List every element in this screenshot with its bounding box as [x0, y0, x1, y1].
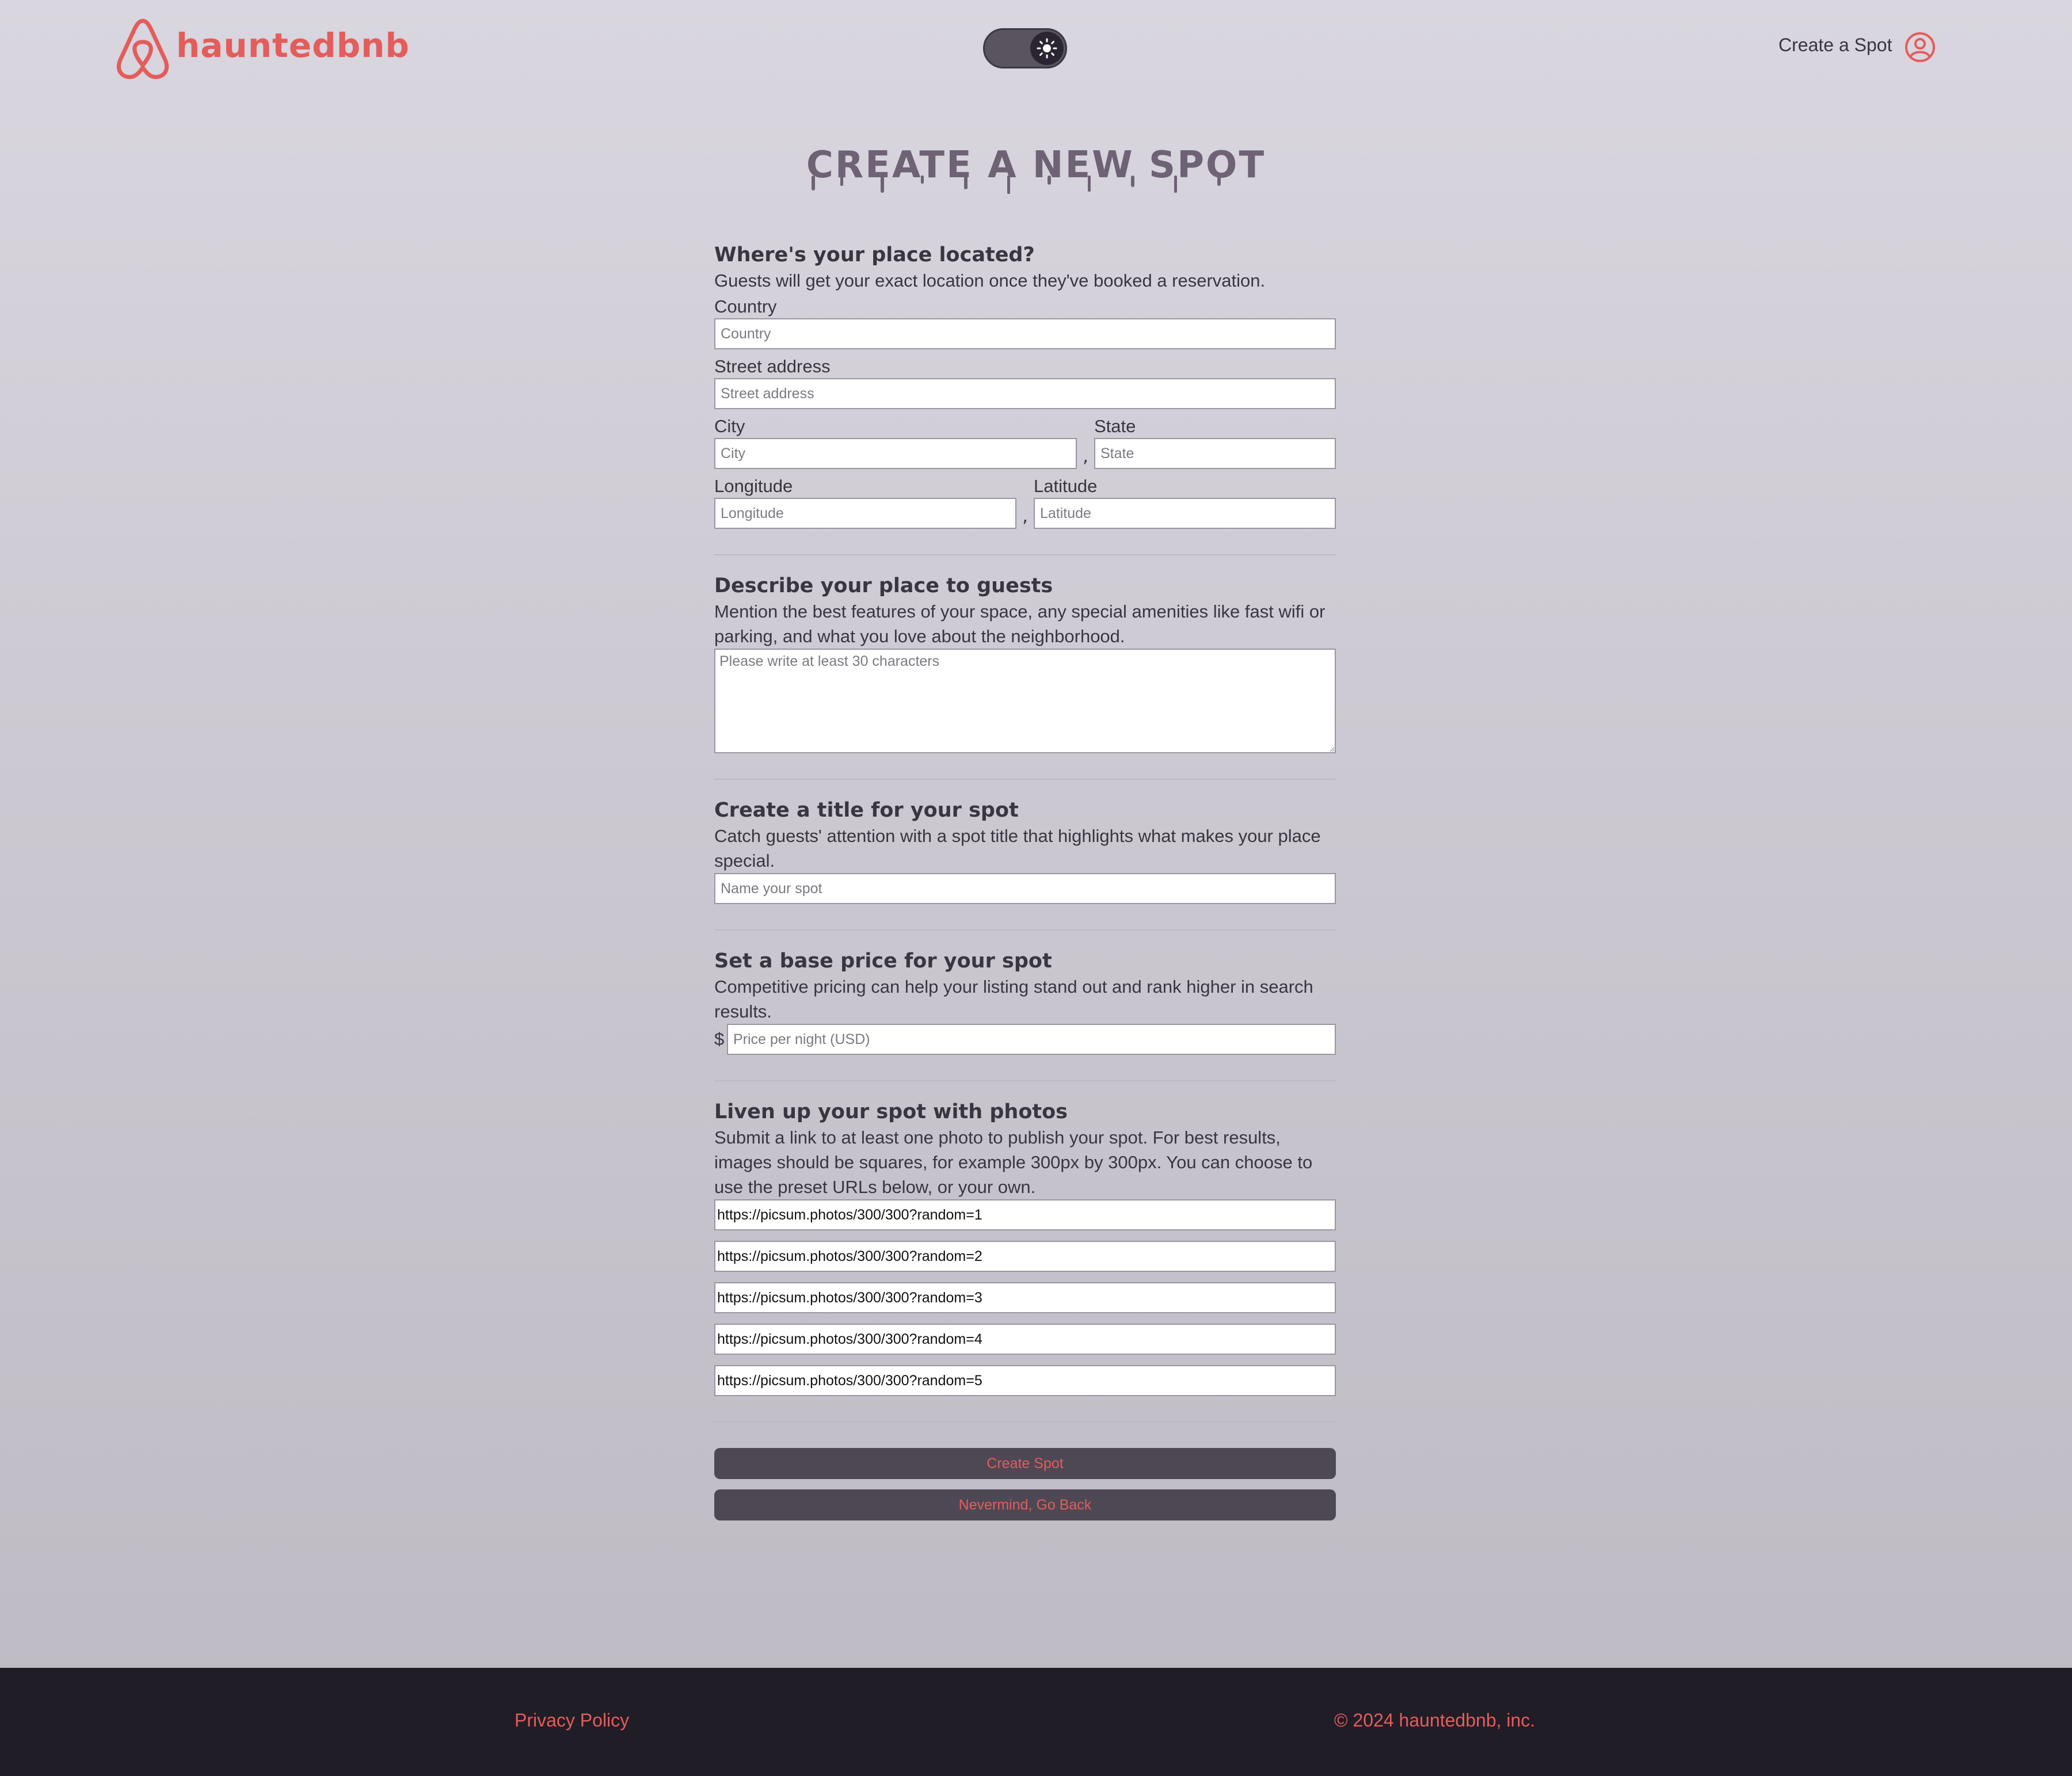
spot-name-input[interactable] [714, 873, 1336, 904]
drip-decoration [812, 176, 1221, 194]
lng-lat-separator: , [1022, 506, 1028, 527]
photo-url-input-1[interactable] [714, 1199, 1336, 1230]
price-description: Competitive pricing can help your listin… [714, 977, 1313, 1022]
longitude-input[interactable] [714, 498, 1016, 529]
describe-description: Mention the best features of your space,… [714, 601, 1326, 646]
photos-section: Liven up your spot with photos Submit a … [714, 1099, 1336, 1396]
description-textarea[interactable] [714, 649, 1336, 753]
go-back-button[interactable]: Nevermind, Go Back [714, 1489, 1336, 1520]
currency-symbol: $ [714, 1029, 725, 1049]
state-label: State [1094, 416, 1136, 436]
country-label: Country [714, 296, 777, 317]
photo-url-input-5[interactable] [714, 1365, 1336, 1396]
section-divider [714, 1080, 1336, 1081]
latitude-label: Latitude [1034, 476, 1098, 496]
create-spot-form: Where's your place located? Guests will … [714, 242, 1336, 1520]
street-label: Street address [714, 356, 831, 376]
longitude-label: Longitude [714, 476, 793, 496]
city-label: City [714, 416, 745, 436]
description-section: Describe your place to guests Mention th… [714, 573, 1336, 753]
airbnb-logo-icon [116, 18, 169, 79]
privacy-policy-link[interactable]: Privacy Policy [515, 1710, 629, 1731]
section-divider [714, 1421, 1336, 1423]
footer: Privacy Policy © 2024 hauntedbnb, inc. [0, 1668, 2072, 1776]
toggle-knob[interactable] [1030, 32, 1064, 65]
photo-url-input-4[interactable] [714, 1324, 1336, 1355]
top-nav: hauntedbnb Create a Spot [0, 0, 2072, 98]
describe-heading: Describe your place to guests [714, 574, 1053, 597]
title-section: Create a title for your spot Catch guest… [714, 797, 1336, 904]
state-input[interactable] [1094, 438, 1336, 469]
country-input[interactable] [714, 318, 1336, 349]
location-section: Where's your place located? Guests will … [714, 242, 1336, 529]
section-divider [714, 554, 1336, 555]
photo-url-input-3[interactable] [714, 1282, 1336, 1313]
city-input[interactable] [714, 438, 1077, 469]
logo-wordmark: hauntedbnb [176, 26, 410, 65]
photos-heading: Liven up your spot with photos [714, 1100, 1068, 1123]
price-heading: Set a base price for your spot [714, 950, 1052, 973]
city-state-separator: , [1083, 446, 1088, 467]
photo-url-input-2[interactable] [714, 1241, 1336, 1272]
home-logo-link[interactable]: hauntedbnb [112, 16, 410, 81]
photos-description: Submit a link to at least one photo to p… [714, 1127, 1313, 1197]
section-divider [714, 779, 1336, 780]
street-input[interactable] [714, 378, 1336, 409]
sun-icon [1037, 38, 1057, 59]
latitude-input[interactable] [1034, 498, 1336, 529]
title-description: Catch guests' attention with a spot titl… [714, 826, 1321, 871]
copyright-text: © 2024 hauntedbnb, inc. [1334, 1710, 1536, 1731]
user-circle-icon[interactable] [1904, 31, 1936, 63]
create-spot-button[interactable]: Create Spot [714, 1448, 1336, 1479]
section-divider [714, 929, 1336, 931]
price-input[interactable] [727, 1024, 1336, 1055]
title-heading: Create a title for your spot [714, 799, 1019, 822]
location-heading: Where's your place located? [714, 243, 1035, 266]
theme-toggle[interactable] [983, 28, 1067, 68]
create-spot-link[interactable]: Create a Spot [1778, 35, 1892, 56]
price-section: Set a base price for your spot Competiti… [714, 948, 1336, 1055]
location-description: Guests will get your exact location once… [714, 270, 1266, 291]
